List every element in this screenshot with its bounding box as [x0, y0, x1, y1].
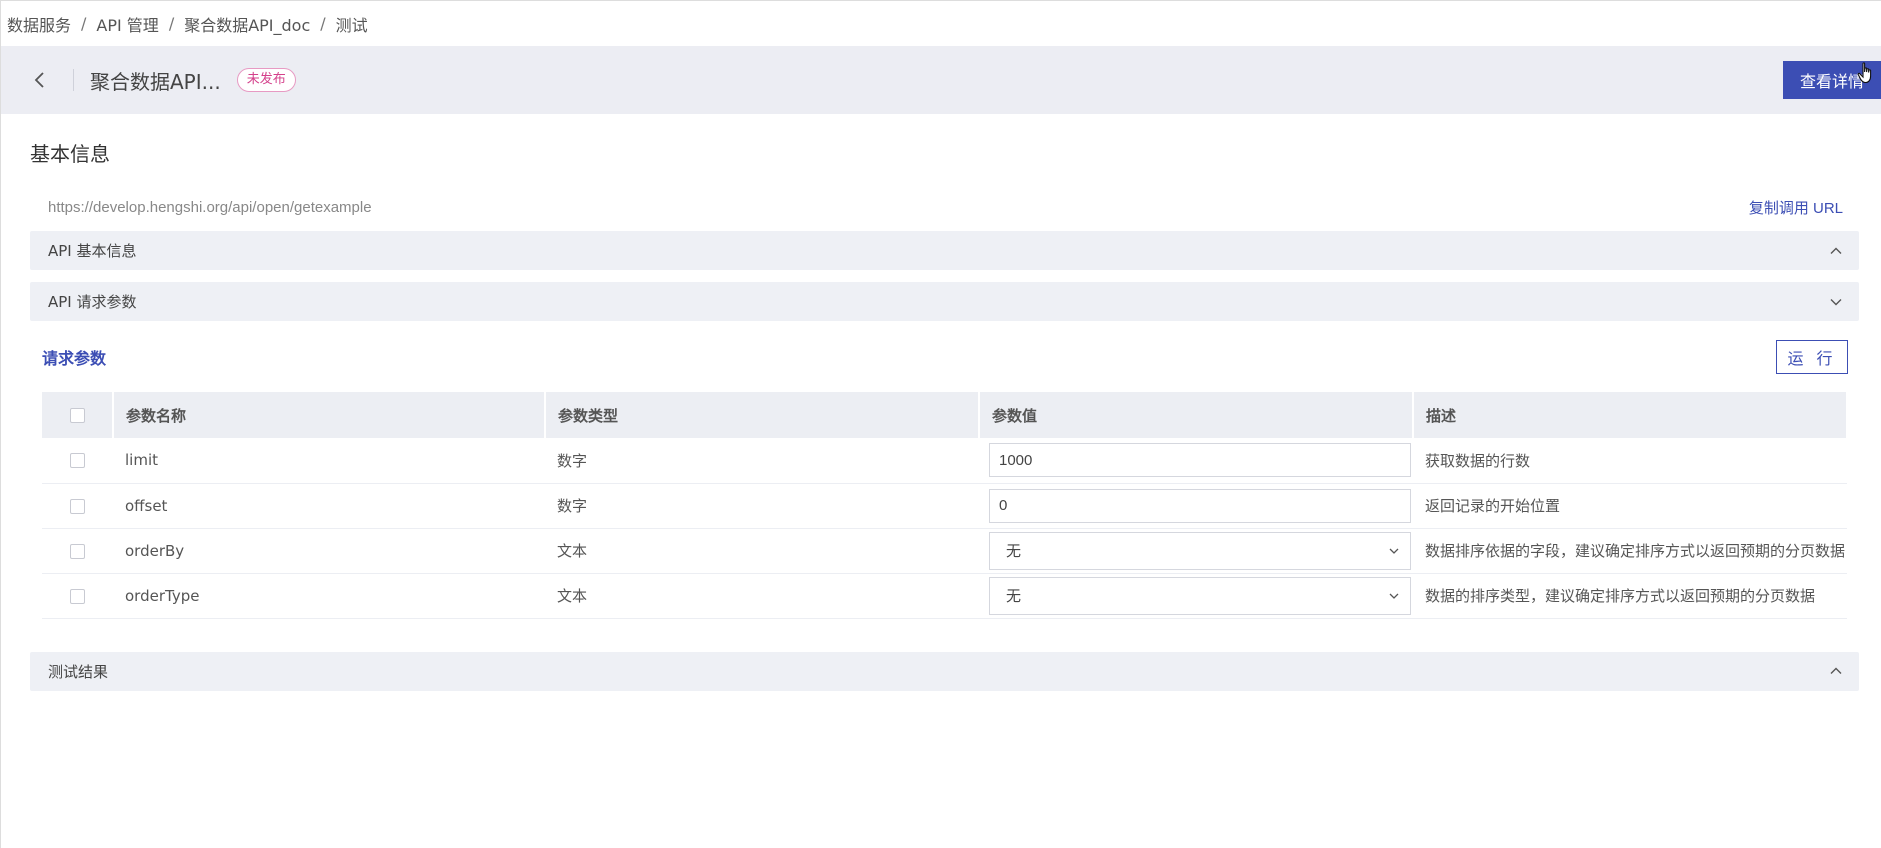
param-value-cell: 无: [979, 573, 1413, 619]
row-checkbox[interactable]: [70, 588, 85, 604]
chevron-up-icon: [1830, 247, 1842, 254]
api-url-row: https://develop.hengshi.org/api/open/get…: [30, 193, 1859, 221]
panel-api-request-params[interactable]: API 请求参数: [30, 282, 1859, 321]
chevron-down-icon: [1830, 298, 1842, 305]
status-badge: 未发布: [236, 68, 296, 92]
select-value: 无: [1006, 542, 1022, 560]
breadcrumb-api-management[interactable]: API 管理: [96, 12, 158, 36]
row-checkbox-cell: [42, 573, 113, 619]
param-name: orderBy: [113, 528, 545, 574]
params-table: 参数名称 参数类型 参数值 描述 limit 数字 获取数据的行数 offset: [42, 392, 1848, 619]
main-content: 基本信息 https://develop.hengshi.org/api/ope…: [1, 138, 1881, 691]
param-name: limit: [113, 438, 545, 484]
breadcrumb-separator: /: [168, 14, 175, 33]
param-value-cell: [979, 483, 1413, 529]
chevron-up-icon: [1830, 667, 1842, 674]
chevron-down-icon: [1389, 548, 1399, 554]
row-checkbox-cell: [42, 528, 113, 574]
column-header-type: 参数类型: [545, 392, 980, 438]
param-value-cell: [979, 438, 1413, 484]
row-checkbox[interactable]: [70, 543, 85, 559]
api-url: https://develop.hengshi.org/api/open/get…: [48, 198, 372, 216]
row-checkbox-cell: [42, 483, 113, 529]
page-title: 聚合数据API...: [90, 69, 221, 94]
panel-label: 测试结果: [48, 662, 109, 681]
breadcrumb-separator: /: [81, 14, 87, 33]
param-value-select[interactable]: 无: [989, 576, 1411, 615]
breadcrumb-data-service[interactable]: 数据服务: [7, 12, 71, 36]
table-row: orderBy 文本 无 数据排序依据的字段，建议确定排序方式以返回预期的分页数…: [42, 528, 1847, 574]
param-desc: 返回记录的开始位置: [1413, 483, 1847, 529]
panel-label: API 基本信息: [48, 242, 137, 260]
panel-test-result[interactable]: 测试结果: [30, 651, 1859, 691]
header-divider: [73, 69, 74, 91]
row-checkbox[interactable]: [70, 498, 85, 514]
column-header-name: 参数名称: [113, 392, 546, 438]
param-type: 数字: [545, 438, 979, 484]
column-header-desc: 描述: [1413, 392, 1848, 438]
chevron-down-icon: [1389, 593, 1399, 599]
param-type: 文本: [545, 573, 979, 619]
back-button[interactable]: [29, 69, 51, 91]
table-row: orderType 文本 无 数据的排序类型，建议确定排序方式以返回预期的分页数…: [42, 573, 1847, 619]
run-button[interactable]: 运 行: [1776, 340, 1848, 374]
request-params-header: 请求参数 运 行: [30, 339, 1859, 375]
param-desc: 数据的排序类型，建议确定排序方式以返回预期的分页数据: [1413, 573, 1847, 619]
table-row: offset 数字 返回记录的开始位置: [42, 483, 1847, 529]
select-all-checkbox[interactable]: [69, 408, 85, 423]
panel-label: API 请求参数: [48, 293, 137, 311]
chevron-left-icon: [34, 72, 44, 88]
breadcrumb-current: 测试: [335, 15, 368, 35]
param-value-input[interactable]: [989, 443, 1411, 478]
panel-api-basic-info[interactable]: API 基本信息: [30, 231, 1859, 270]
table-row: limit 数字 获取数据的行数: [42, 438, 1847, 484]
param-value-select[interactable]: 无: [989, 531, 1411, 570]
breadcrumb-separator: /: [320, 14, 326, 33]
param-type: 数字: [545, 483, 979, 529]
table-header-row: 参数名称 参数类型 参数值 描述: [42, 392, 1848, 438]
select-all-cell: [42, 392, 114, 438]
page-header: 聚合数据API... 未发布 查看详情: [1, 46, 1881, 114]
copy-url-link[interactable]: 复制调用 URL: [1749, 197, 1843, 218]
param-value-input[interactable]: [989, 488, 1411, 523]
request-params-title: 请求参数: [42, 349, 107, 368]
param-desc: 获取数据的行数: [1413, 438, 1847, 484]
hand-pointer-icon: [1857, 62, 1872, 84]
param-name: orderType: [113, 573, 545, 619]
app-root: 数据服务 / API 管理 / 聚合数据API_doc / 测试 聚合数据API…: [0, 0, 1881, 848]
row-checkbox[interactable]: [70, 453, 85, 469]
param-desc: 数据排序依据的字段，建议确定排序方式以返回预期的分页数据: [1413, 528, 1847, 574]
breadcrumb-api-doc[interactable]: 聚合数据API_doc: [184, 12, 310, 36]
param-name: offset: [113, 483, 545, 529]
row-checkbox-cell: [42, 438, 113, 484]
section-title-basic-info: 基本信息: [30, 142, 110, 166]
param-type: 文本: [545, 528, 979, 574]
breadcrumb: 数据服务 / API 管理 / 聚合数据API_doc / 测试: [1, 1, 1881, 46]
select-value: 无: [1006, 587, 1022, 605]
param-value-cell: 无: [979, 528, 1413, 574]
column-header-value: 参数值: [979, 392, 1414, 438]
